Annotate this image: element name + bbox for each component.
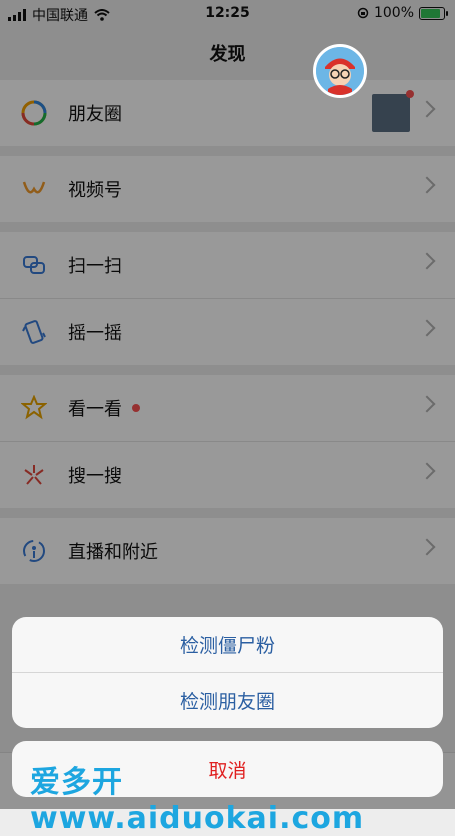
watermark-text: 爱多开www.aiduokai.com: [30, 765, 365, 836]
discover-screen: 中国联通 12:25 100% 发现 朋友圈 视频号 扫一扫 摇一摇 看一看 搜…: [0, 0, 455, 836]
detect-moments-button[interactable]: 检测朋友圈: [12, 672, 443, 728]
action-sheet: 检测僵尸粉 检测朋友圈: [12, 617, 443, 728]
avatar: [313, 44, 367, 98]
detect-zombie-fans-button[interactable]: 检测僵尸粉: [12, 617, 443, 672]
